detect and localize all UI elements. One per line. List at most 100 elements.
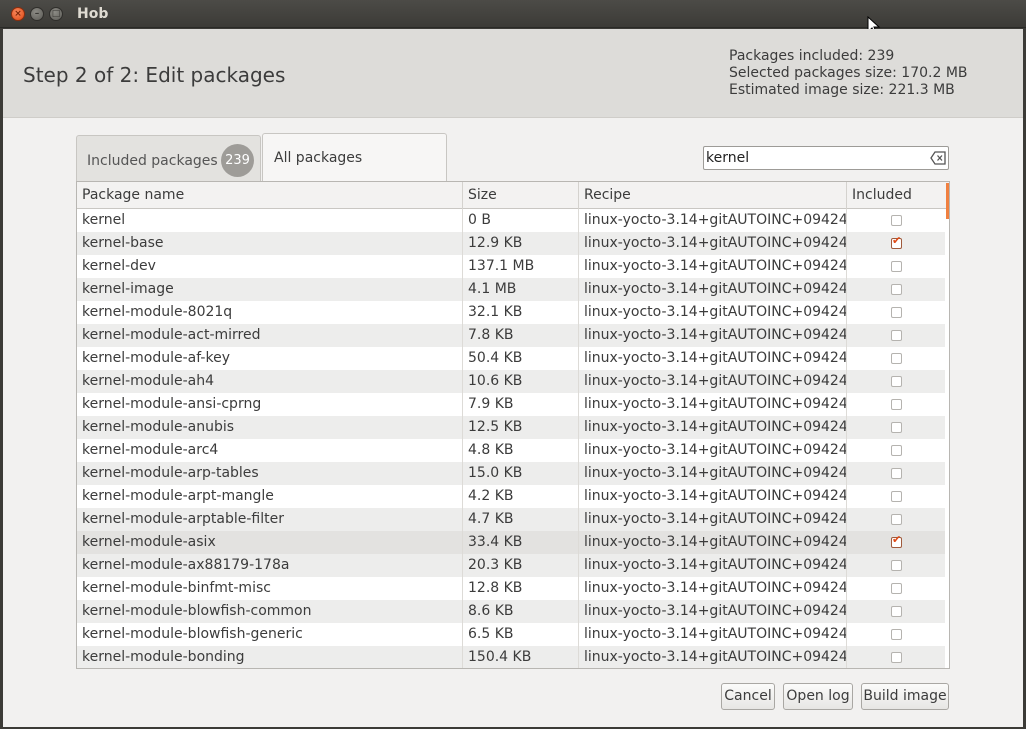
maximize-window-button[interactable]: □	[49, 7, 63, 21]
size-cell: 32.1 KB	[463, 301, 579, 324]
table-row[interactable]: kernel-module-8021q 32.1 KB linux-yocto-3.…	[77, 301, 945, 324]
table-row[interactable]: kernel-module-arp-tables 15.0 KB linux-yoc…	[77, 462, 945, 485]
cancel-button[interactable]: Cancel	[721, 683, 775, 710]
table-row[interactable]: kernel-module-af-key 50.4 KB linux-yocto-3…	[77, 347, 945, 370]
package-name-cell: kernel-module-ah4	[77, 370, 463, 393]
column-header-included[interactable]: Included	[847, 182, 947, 209]
recipe-cell: linux-yocto-3.14+gitAUTOINC+09424cee	[579, 439, 847, 462]
package-name-cell: kernel-module-asix	[77, 531, 463, 554]
included-checkbox[interactable]	[891, 560, 902, 571]
table-row[interactable]: kernel-module-arptable-filter 4.7 KB linux…	[77, 508, 945, 531]
table-row[interactable]: kernel-module-arc4 4.8 KB linux-yocto-3.14…	[77, 439, 945, 462]
included-checkbox[interactable]	[891, 583, 902, 594]
column-header-size[interactable]: Size	[463, 182, 579, 209]
size-cell: 6.5 KB	[463, 623, 579, 646]
size-cell: 12.5 KB	[463, 416, 579, 439]
build-image-button[interactable]: Build image	[861, 683, 949, 710]
included-checkbox[interactable]	[891, 234, 902, 249]
open-log-button[interactable]: Open log	[783, 683, 853, 710]
table-row[interactable]: kernel-module-asix 33.4 KB linux-yocto-3.1…	[77, 531, 945, 554]
maximize-icon: □	[51, 9, 61, 19]
included-checkbox[interactable]	[891, 215, 902, 226]
close-icon: ×	[14, 9, 22, 19]
packages-table: Package name Size Recipe Included kernel…	[76, 181, 950, 669]
size-cell: 4.7 KB	[463, 508, 579, 531]
included-checkbox[interactable]	[891, 606, 902, 617]
tab-all-packages[interactable]: All packages	[262, 133, 447, 181]
package-name-cell: kernel-module-ax88179-178a	[77, 554, 463, 577]
estimated-size-stat: Estimated image size: 221.3 MB	[729, 82, 955, 98]
table-body: kernel 0 Blinux-yocto-3.14+gitAUTOINC+094…	[77, 209, 945, 668]
included-checkbox[interactable]	[891, 399, 902, 410]
search-input[interactable]	[706, 148, 926, 168]
table-row[interactable]: kernel-module-ansi-cprng 7.9 KB linux-yoct…	[77, 393, 945, 416]
step-header: Step 2 of 2: Edit packages Packages incl…	[3, 29, 1023, 118]
package-name-cell: kernel-module-arc4	[77, 439, 463, 462]
table-header: Package name Size Recipe Included	[77, 182, 949, 209]
size-cell: 0 B	[463, 209, 579, 232]
table-row[interactable]: kernel-module-anubis 12.5 KB linux-yocto-3…	[77, 416, 945, 439]
recipe-cell: linux-yocto-3.14+gitAUTOINC+09424cee	[579, 508, 847, 531]
included-checkbox[interactable]	[891, 261, 902, 272]
package-name-cell: kernel-module-binfmt-misc	[77, 577, 463, 600]
size-cell: 33.4 KB	[463, 531, 579, 554]
column-header-package-name[interactable]: Package name	[77, 182, 463, 209]
table-row[interactable]: kernel-module-blowfish-generic 6.5 KB linu…	[77, 623, 945, 646]
recipe-cell: linux-yocto-3.14+gitAUTOINC+09424cee	[579, 347, 847, 370]
table-row[interactable]: kernel-module-blowfish-common 8.6 KB linux…	[77, 600, 945, 623]
table-row[interactable]: kernel-module-arpt-mangle 4.2 KB linux-yoc…	[77, 485, 945, 508]
recipe-cell: linux-yocto-3.14+gitAUTOINC+09424cee	[579, 301, 847, 324]
included-checkbox[interactable]	[891, 330, 902, 341]
main-window: Step 2 of 2: Edit packages Packages incl…	[3, 29, 1023, 727]
scrollbar[interactable]	[946, 183, 949, 219]
table-row[interactable]: kernel-module-bonding 150.4 KB linux-yocto…	[77, 646, 945, 668]
included-count-badge: 239	[221, 144, 254, 177]
included-checkbox[interactable]	[891, 376, 902, 387]
size-cell: 50.4 KB	[463, 347, 579, 370]
package-name-cell: kernel-module-blowfish-generic	[77, 623, 463, 646]
page-title: Step 2 of 2: Edit packages	[23, 63, 286, 87]
tab-included-packages[interactable]: Included packages 239	[76, 135, 261, 181]
table-row[interactable]: kernel-base 12.9 KB linux-yocto-3.14+gitAU…	[77, 232, 945, 255]
package-name-cell: kernel-dev	[77, 255, 463, 278]
included-checkbox[interactable]	[891, 514, 902, 525]
package-name-cell: kernel-module-arp-tables	[77, 462, 463, 485]
package-name-cell: kernel-module-bonding	[77, 646, 463, 668]
included-checkbox[interactable]	[891, 353, 902, 364]
included-checkbox[interactable]	[891, 533, 902, 548]
minimize-icon: –	[34, 9, 40, 19]
table-row[interactable]: kernel-module-act-mirred 7.8 KB linux-yoct…	[77, 324, 945, 347]
included-checkbox[interactable]	[891, 422, 902, 433]
size-cell: 8.6 KB	[463, 600, 579, 623]
size-cell: 12.9 KB	[463, 232, 579, 255]
size-cell: 4.1 MB	[463, 278, 579, 301]
table-row[interactable]: kernel-module-ax88179-178a 20.3 KB linux-y…	[77, 554, 945, 577]
recipe-cell: linux-yocto-3.14+gitAUTOINC+09424cee	[579, 554, 847, 577]
tab-included-label: Included packages	[87, 153, 218, 169]
recipe-cell: linux-yocto-3.14+gitAUTOINC+09424cee	[579, 393, 847, 416]
column-header-recipe[interactable]: Recipe	[579, 182, 847, 209]
included-checkbox[interactable]	[891, 445, 902, 456]
selected-size-stat: Selected packages size: 170.2 MB	[729, 65, 968, 81]
recipe-cell: linux-yocto-3.14+gitAUTOINC+09424cee	[579, 209, 847, 232]
included-checkbox[interactable]	[891, 468, 902, 479]
included-checkbox[interactable]	[891, 307, 902, 318]
minimize-window-button[interactable]: –	[30, 7, 44, 21]
table-row[interactable]: kernel-module-ah4 10.6 KB linux-yocto-3.14…	[77, 370, 945, 393]
included-checkbox[interactable]	[891, 629, 902, 640]
package-name-cell: kernel-module-ansi-cprng	[77, 393, 463, 416]
included-checkbox[interactable]	[891, 284, 902, 295]
clear-search-icon[interactable]	[930, 151, 946, 165]
table-row[interactable]: kernel-module-binfmt-misc 12.8 KB linux-yo…	[77, 577, 945, 600]
package-stats: Packages included: 239 Selected packages…	[729, 48, 968, 99]
table-row[interactable]: kernel 0 Blinux-yocto-3.14+gitAUTOINC+094…	[77, 209, 945, 232]
recipe-cell: linux-yocto-3.14+gitAUTOINC+09424cee	[579, 324, 847, 347]
close-window-button[interactable]: ×	[11, 7, 25, 21]
package-name-cell: kernel-module-blowfish-common	[77, 600, 463, 623]
table-row[interactable]: kernel-image 4.1 MB linux-yocto-3.14+gitAU…	[77, 278, 945, 301]
package-name-cell: kernel-module-act-mirred	[77, 324, 463, 347]
included-checkbox[interactable]	[891, 652, 902, 663]
included-checkbox[interactable]	[891, 491, 902, 502]
recipe-cell: linux-yocto-3.14+gitAUTOINC+09424cee	[579, 623, 847, 646]
table-row[interactable]: kernel-dev 137.1 MB linux-yocto-3.14+gitAU…	[77, 255, 945, 278]
